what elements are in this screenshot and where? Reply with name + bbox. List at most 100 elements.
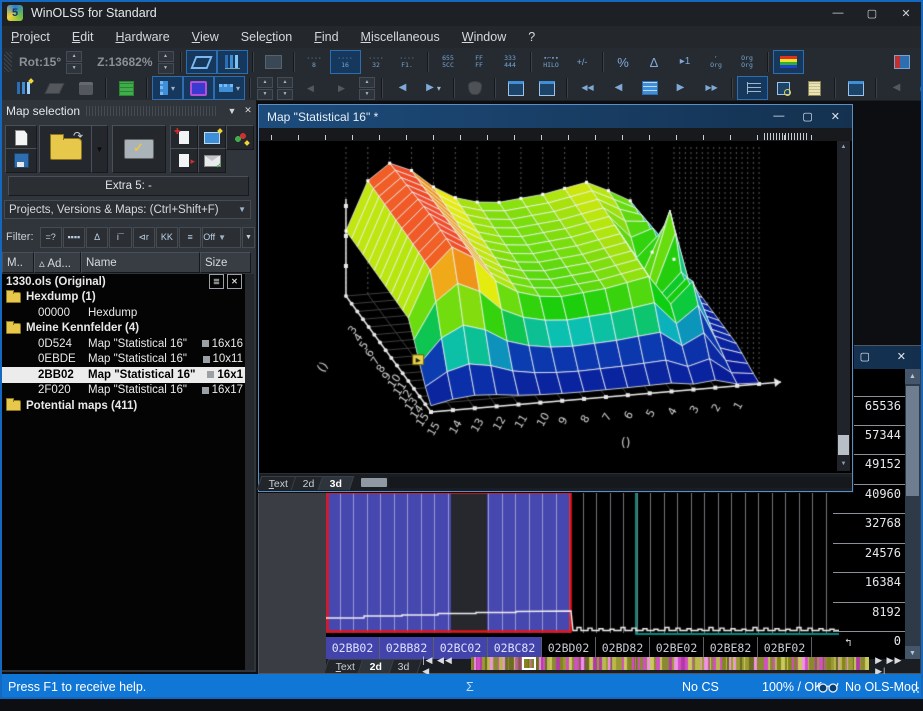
map-wizard-button[interactable]	[8, 76, 39, 100]
search-button[interactable]	[912, 76, 923, 100]
menu-find[interactable]: Find	[303, 26, 349, 48]
shift-left-button[interactable]: ◀	[295, 76, 326, 100]
send-mail-button[interactable]	[198, 148, 226, 173]
scope-dropdown[interactable]: Projects, Versions & Maps: (Ctrl+Shift+F…	[4, 200, 251, 219]
color-scale-button[interactable]	[773, 50, 804, 74]
search-back-button[interactable]: ◀	[881, 76, 912, 100]
toolbar1-drag-handle[interactable]	[4, 52, 12, 72]
menu-edit[interactable]: Edit	[61, 26, 105, 48]
zoom-spinner[interactable]: ▲▼	[158, 50, 174, 74]
overview-strip[interactable]	[471, 657, 869, 675]
insert-column-button[interactable]: ▾	[152, 76, 183, 100]
map-hscroll-track[interactable]	[389, 477, 852, 488]
filter-flag-button[interactable]: ⊲r	[133, 227, 155, 248]
hex-tab-2d[interactable]: 2d	[358, 659, 395, 673]
filter-equals-button[interactable]: =?	[40, 227, 62, 248]
address-cell-02BE82[interactable]: 02BE82	[704, 637, 758, 659]
mapwin-close-button[interactable]: ✕	[831, 110, 840, 123]
address-cell-02BC82[interactable]: 02BC82	[488, 637, 542, 659]
scrollbar-thumb[interactable]	[906, 386, 919, 496]
next-map-button[interactable]: ▶	[665, 76, 696, 100]
filter-off-button[interactable]: Off▼	[202, 227, 241, 248]
list-icon[interactable]: ≣	[209, 274, 224, 289]
spin-up-icon[interactable]: ▲	[66, 51, 82, 62]
panel-close-button[interactable]: ✕	[240, 103, 256, 119]
filter-info-button[interactable]: i¯	[109, 227, 131, 248]
address-cell-02BD82[interactable]: 02BD82	[596, 637, 650, 659]
shift-right-button[interactable]: ▶	[326, 76, 357, 100]
value-spinner[interactable]: ▲▼	[359, 76, 375, 100]
next-version-button[interactable]: ▶▾	[418, 76, 449, 100]
spin-down-icon[interactable]: ▼	[158, 63, 174, 74]
factor-one-button[interactable]: ▸1	[670, 50, 701, 74]
width-8-button[interactable]: ···· 8	[299, 50, 330, 74]
open-project-dropdown[interactable]: ▼	[91, 125, 108, 173]
tree-item-00000[interactable]: 00000Hexdump	[2, 305, 245, 321]
hexdump-vscrollbar[interactable]: ▲ ▼	[905, 369, 920, 661]
original-compare-button[interactable]: Org Org	[732, 50, 763, 74]
window-layout-button[interactable]	[886, 50, 917, 74]
tree-folder[interactable]: Hexdump (1)	[2, 290, 245, 306]
tree-scrollbar[interactable]	[245, 274, 254, 670]
close-project-icon[interactable]: ✕	[227, 274, 242, 289]
filter-kk-button[interactable]: KK	[156, 227, 178, 248]
delta-button[interactable]: Δ	[639, 50, 670, 74]
app-maximize-button[interactable]: ▢	[855, 0, 889, 26]
scroll-up-icon[interactable]: ▲	[837, 141, 850, 154]
address-cell-02BF02[interactable]: 02BF02	[758, 637, 812, 659]
tree-project[interactable]: 1330.ols (Original)≣✕	[2, 274, 245, 290]
chevron-down-icon[interactable]: ▼	[218, 233, 226, 242]
filter-delta-button[interactable]: Δ	[86, 227, 108, 248]
hexdump-grid-button[interactable]	[258, 50, 289, 74]
column-header-size[interactable]: Size	[200, 252, 251, 273]
spin-down-icon[interactable]: ▼	[277, 89, 293, 100]
axis-x-spinner[interactable]: ▲▼	[257, 76, 273, 100]
map-list-button[interactable]	[737, 76, 768, 100]
filter-lines-button[interactable]: ≡	[179, 227, 201, 248]
map-selection-header[interactable]: Map selection ▼ ✕	[0, 100, 256, 121]
values-binary-button[interactable]: 333 444	[495, 50, 526, 74]
scrollbar-thumb[interactable]	[838, 435, 849, 455]
map-tab-3d[interactable]: 3d	[318, 476, 355, 490]
save-project-button[interactable]	[5, 148, 37, 173]
spin-up-icon[interactable]: ▲	[359, 77, 375, 88]
percent-button[interactable]: %	[608, 50, 639, 74]
mapwin-minimize-button[interactable]: —	[773, 110, 784, 123]
export-map-button[interactable]	[170, 148, 198, 173]
menu-hardware[interactable]: Hardware	[104, 26, 180, 48]
panel-drag-stipple[interactable]	[86, 106, 218, 116]
mapwin-maximize-button[interactable]: ▢	[802, 110, 812, 123]
scroll-up-icon[interactable]: ▲	[905, 369, 920, 384]
map-erase-button[interactable]	[39, 76, 70, 100]
map-vscrollbar[interactable]: ▲ ▼	[837, 141, 850, 471]
column-header-ad[interactable]: ▵ Ad...	[34, 252, 81, 273]
address-cell-02BB02[interactable]: 02BB02	[326, 637, 380, 659]
last-map-button[interactable]: ▶▶	[696, 76, 727, 100]
rotation-spinner[interactable]: ▲▼	[66, 50, 82, 74]
split-windows-button[interactable]	[531, 76, 562, 100]
compare-windows-button[interactable]	[500, 76, 531, 100]
panel-menu-button[interactable]: ▼	[224, 103, 240, 119]
filter-off-dropdown[interactable]: ▼	[242, 227, 255, 248]
properties-window-button[interactable]	[840, 76, 871, 100]
address-cell-02BD02[interactable]: 02BD02	[542, 637, 596, 659]
script-button[interactable]	[799, 76, 830, 100]
spin-down-icon[interactable]: ▼	[257, 89, 273, 100]
strip-cursor[interactable]	[522, 657, 536, 670]
spin-down-icon[interactable]: ▼	[359, 89, 375, 100]
add-map-button[interactable]	[170, 125, 198, 150]
menu-?[interactable]: ?	[517, 26, 546, 48]
menu-project[interactable]: Project	[0, 26, 61, 48]
tree-item-2F020[interactable]: 2F020Map "Statistical 16"16x17	[2, 383, 245, 399]
map-table-button[interactable]	[634, 76, 665, 100]
values-decimal-button[interactable]: 655 5CC	[433, 50, 464, 74]
plus-minus-button[interactable]: +/-	[567, 50, 598, 74]
chevron-down-icon[interactable]: ▾	[171, 84, 175, 93]
selection-box-button[interactable]	[183, 76, 214, 100]
spin-up-icon[interactable]: ▲	[277, 77, 293, 88]
menu-selection[interactable]: Selection	[230, 26, 303, 48]
original-button[interactable]: ʳ Org	[701, 50, 732, 74]
auto-map-search-button[interactable]	[226, 125, 254, 150]
chevron-down-icon[interactable]: ▾	[236, 84, 240, 93]
width-16-button[interactable]: ···· 16	[330, 50, 361, 74]
